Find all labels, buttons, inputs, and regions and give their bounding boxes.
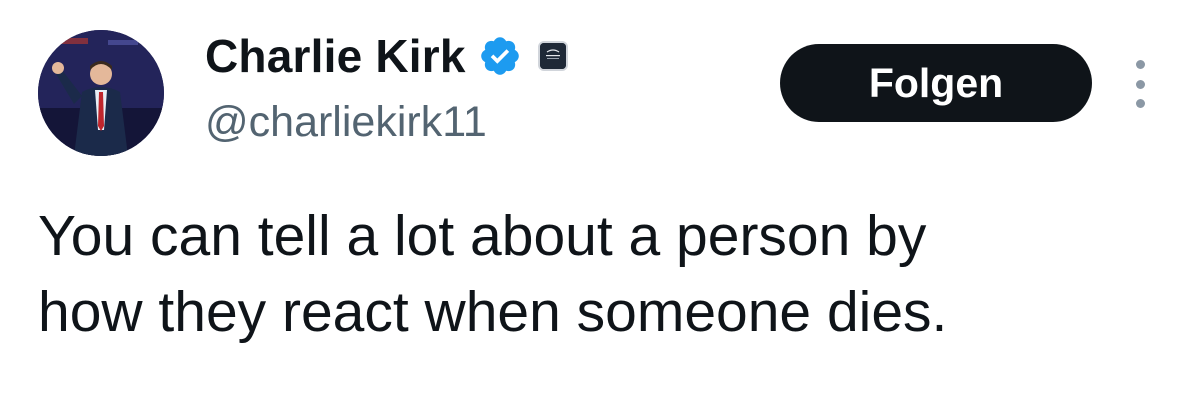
- more-options-icon: [1135, 60, 1145, 69]
- verified-badge-icon[interactable]: [478, 34, 522, 78]
- organization-badge-icon[interactable]: [537, 41, 568, 71]
- avatar[interactable]: [38, 30, 164, 156]
- tweet-text-line: how they react when someone dies.: [38, 280, 948, 344]
- author-display-name[interactable]: Charlie Kirk: [205, 29, 466, 83]
- follow-button[interactable]: Folgen: [780, 44, 1092, 122]
- author-handle[interactable]: @charliekirk11: [205, 98, 487, 147]
- more-options-icon: [1135, 79, 1145, 89]
- tweet-card: Charlie Kirk @charliekirk11 Folgen You c…: [0, 0, 1200, 406]
- author-name-row: Charlie Kirk: [205, 26, 568, 86]
- profile-photo-icon: [38, 30, 164, 156]
- tweet-text-line: You can tell a lot about a person by: [38, 204, 927, 268]
- more-options-icon: [1135, 99, 1145, 108]
- tweet-text: You can tell a lot about a person by how…: [38, 198, 1178, 350]
- more-options-button[interactable]: [1120, 60, 1160, 108]
